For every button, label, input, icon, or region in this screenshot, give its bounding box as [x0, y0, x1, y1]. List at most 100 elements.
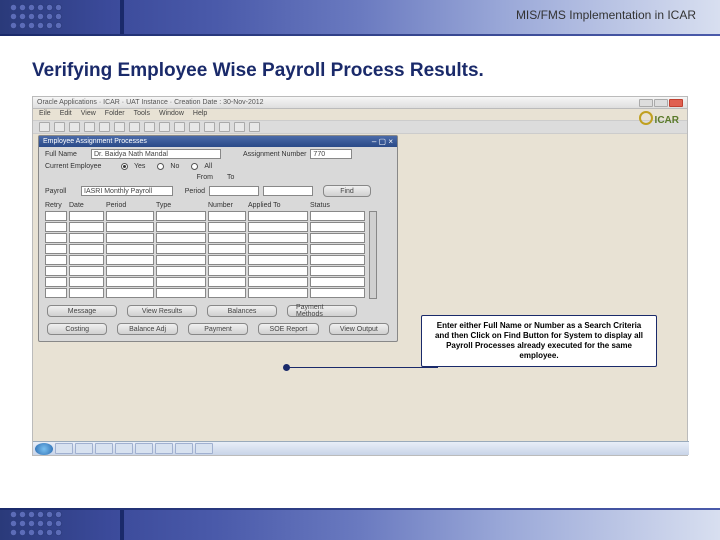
- form-title-text: Employee Assignment Processes: [43, 138, 147, 145]
- payroll-label: Payroll: [45, 188, 77, 195]
- employee-assignment-form: Employee Assignment Processes – ▢ × Full…: [38, 135, 398, 342]
- menu-bar: Eile Edit View Folder Tools Window Help: [33, 109, 687, 120]
- balances-button[interactable]: Balances: [207, 305, 277, 317]
- header-tick: [120, 0, 124, 34]
- toolbar-icon[interactable]: [69, 122, 80, 132]
- find-button[interactable]: Find: [323, 185, 371, 197]
- toolbar: [33, 120, 687, 134]
- menu-window[interactable]: Window: [159, 110, 184, 119]
- col-applied: Applied To: [248, 202, 308, 209]
- full-name-field[interactable]: Dr. Baidya Nath Mandal: [91, 149, 221, 159]
- payment-button[interactable]: Payment: [188, 323, 248, 335]
- footer-tick: [120, 510, 124, 540]
- toolbar-icon[interactable]: [144, 122, 155, 132]
- taskbar-item[interactable]: [155, 443, 173, 454]
- payroll-field[interactable]: IASRI Monthly Payroll: [81, 186, 173, 196]
- slide-footer-band: [0, 510, 720, 540]
- slide-header-band: MIS/FMS Implementation in ICAR: [0, 0, 720, 34]
- radio-yes-label: Yes: [134, 163, 145, 170]
- menu-folder[interactable]: Folder: [105, 110, 125, 119]
- col-retry: Retry: [45, 202, 67, 209]
- taskbar-item[interactable]: [75, 443, 93, 454]
- taskbar-item[interactable]: [115, 443, 133, 454]
- toolbar-icon[interactable]: [39, 122, 50, 132]
- current-employee-label: Current Employee: [45, 163, 117, 170]
- period-from-field[interactable]: [209, 186, 259, 196]
- scrollbar[interactable]: [369, 211, 377, 299]
- results-table: Retry Date Period Type Number Applied To…: [45, 202, 391, 299]
- start-button[interactable]: [35, 443, 53, 455]
- full-name-label: Full Name: [45, 151, 87, 158]
- toolbar-icon[interactable]: [189, 122, 200, 132]
- col-number: Number: [208, 202, 246, 209]
- window-title: Oracle Applications · ICAR · UAT Instanc…: [37, 99, 264, 106]
- toolbar-icon[interactable]: [234, 122, 245, 132]
- radio-yes[interactable]: [121, 163, 128, 170]
- maximize-button[interactable]: [654, 99, 668, 107]
- menu-help[interactable]: Help: [193, 110, 207, 119]
- soe-report-button[interactable]: SOE Report: [258, 323, 318, 335]
- radio-all[interactable]: [191, 163, 198, 170]
- taskbar-item[interactable]: [55, 443, 73, 454]
- view-results-button[interactable]: View Results: [127, 305, 197, 317]
- form-minmax[interactable]: – ▢ ×: [372, 137, 393, 146]
- minimize-button[interactable]: [639, 99, 653, 107]
- radio-no-label: No: [170, 163, 179, 170]
- col-date: Date: [69, 202, 104, 209]
- table-row[interactable]: [45, 277, 365, 287]
- toolbar-icon[interactable]: [219, 122, 230, 132]
- close-button[interactable]: [669, 99, 683, 107]
- toolbar-icon[interactable]: [99, 122, 110, 132]
- toolbar-icon[interactable]: [204, 122, 215, 132]
- message-button[interactable]: Message: [47, 305, 117, 317]
- to-label: To: [227, 174, 287, 181]
- toolbar-icon[interactable]: [249, 122, 260, 132]
- table-row[interactable]: [45, 266, 365, 276]
- toolbar-icon[interactable]: [129, 122, 140, 132]
- page-title: Verifying Employee Wise Payroll Process …: [0, 36, 720, 96]
- decorative-dots: [10, 4, 62, 29]
- window-controls: [639, 99, 683, 107]
- toolbar-icon[interactable]: [174, 122, 185, 132]
- menu-view[interactable]: View: [81, 110, 96, 119]
- menu-file[interactable]: Eile: [39, 110, 51, 119]
- table-row[interactable]: [45, 255, 365, 265]
- col-type: Type: [156, 202, 206, 209]
- header-title: MIS/FMS Implementation in ICAR: [516, 8, 696, 22]
- assignment-label: Assignment Number: [243, 151, 306, 158]
- toolbar-icon[interactable]: [159, 122, 170, 132]
- table-row[interactable]: [45, 211, 365, 221]
- oracle-app-window: Oracle Applications · ICAR · UAT Instanc…: [32, 96, 688, 456]
- brand-logo: ICAR: [639, 111, 679, 126]
- toolbar-icon[interactable]: [54, 122, 65, 132]
- taskbar-item[interactable]: [135, 443, 153, 454]
- col-period: Period: [106, 202, 154, 209]
- form-titlebar: Employee Assignment Processes – ▢ ×: [39, 136, 397, 147]
- radio-all-label: All: [204, 163, 212, 170]
- menu-tools[interactable]: Tools: [134, 110, 150, 119]
- window-titlebar: Oracle Applications · ICAR · UAT Instanc…: [33, 97, 687, 109]
- decorative-dots: [10, 511, 62, 536]
- taskbar-item[interactable]: [95, 443, 113, 454]
- taskbar-item[interactable]: [175, 443, 193, 454]
- table-row[interactable]: [45, 244, 365, 254]
- payment-methods-button[interactable]: Payment Methods: [287, 305, 357, 317]
- table-row[interactable]: [45, 233, 365, 243]
- toolbar-icon[interactable]: [114, 122, 125, 132]
- taskbar-item[interactable]: [195, 443, 213, 454]
- callout-connector: [288, 367, 438, 368]
- costing-button[interactable]: Costing: [47, 323, 107, 335]
- menu-edit[interactable]: Edit: [60, 110, 72, 119]
- balance-adj-button[interactable]: Balance Adj: [117, 323, 177, 335]
- instruction-callout: Enter either Full Name or Number as a Se…: [421, 315, 657, 367]
- table-row[interactable]: [45, 222, 365, 232]
- toolbar-icon[interactable]: [84, 122, 95, 132]
- callout-dot: [283, 364, 290, 371]
- radio-no[interactable]: [157, 163, 164, 170]
- col-status: Status: [310, 202, 365, 209]
- assignment-field[interactable]: 770: [310, 149, 352, 159]
- table-row[interactable]: [45, 288, 365, 298]
- period-label: Period: [177, 188, 205, 195]
- view-output-button[interactable]: View Output: [329, 323, 389, 335]
- period-to-field[interactable]: [263, 186, 313, 196]
